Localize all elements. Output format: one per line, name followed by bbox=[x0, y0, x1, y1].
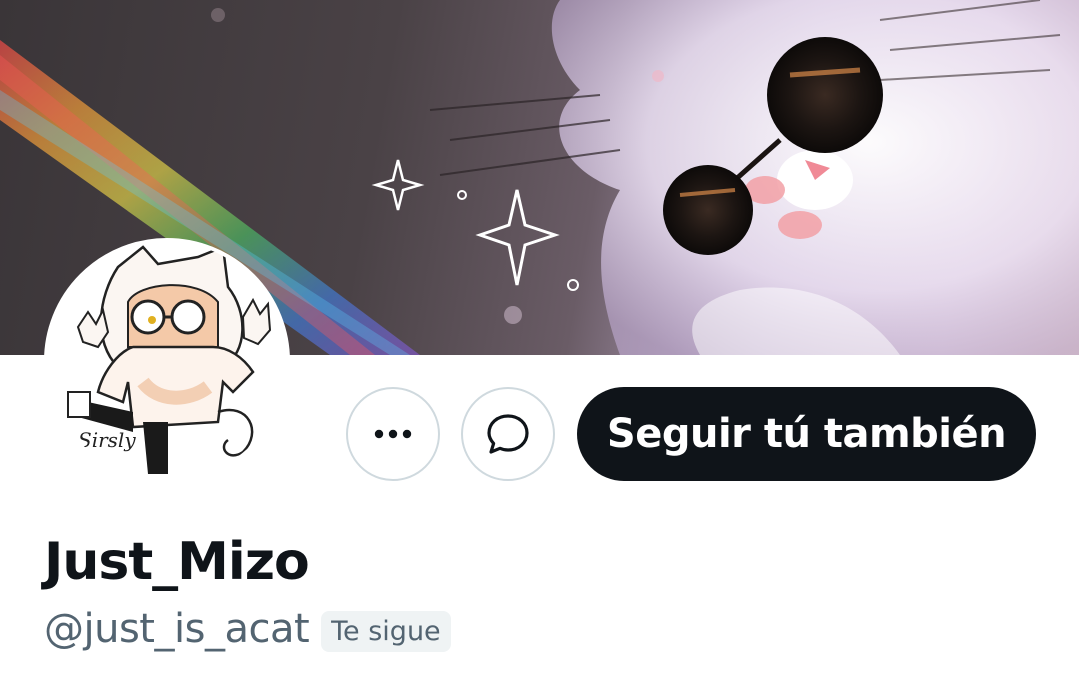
user-handle: @just_is_acat bbox=[44, 606, 310, 652]
follows-you-badge: Te sigue bbox=[321, 610, 451, 652]
profile-header: Sirsly Seguir tú también Just_Mizo @just… bbox=[0, 0, 1079, 697]
avatar-signature: Sirsly bbox=[78, 428, 136, 452]
avatar-artwork: Sirsly bbox=[48, 242, 286, 480]
handle-row: @just_is_acat Te sigue bbox=[44, 606, 451, 652]
message-button[interactable] bbox=[461, 387, 555, 481]
follow-back-button[interactable]: Seguir tú también bbox=[577, 387, 1036, 481]
more-options-button[interactable] bbox=[346, 387, 440, 481]
more-horizontal-icon bbox=[374, 429, 412, 439]
message-bubble-icon bbox=[487, 414, 529, 454]
display-name: Just_Mizo bbox=[44, 532, 310, 592]
avatar[interactable]: Sirsly bbox=[44, 238, 290, 484]
